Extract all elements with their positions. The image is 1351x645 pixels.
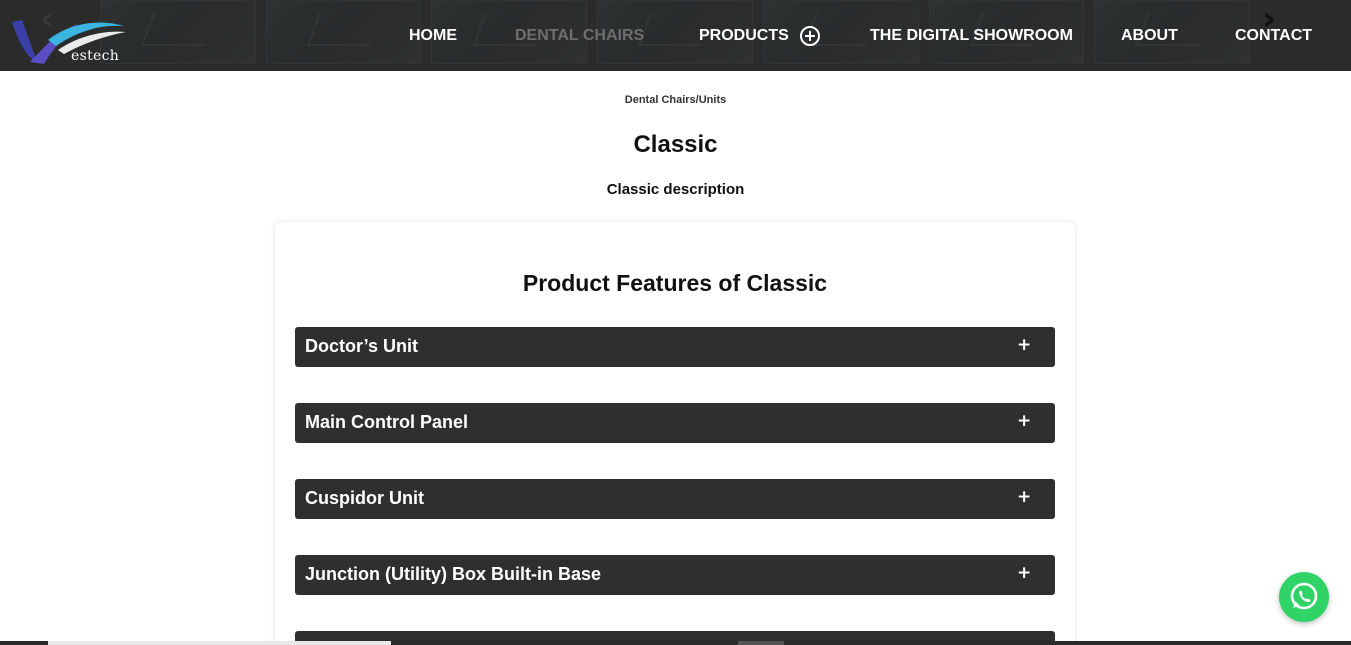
logo-text: estech <box>71 48 120 64</box>
plus-icon[interactable]: + <box>1017 487 1031 507</box>
page: ‹ › estech HOME DENTAL CHAIRS PRODUCTS T… <box>0 0 1351 645</box>
page-subtitle: Classic description <box>606 181 745 198</box>
accordion-label: Junction (Utility) Box Built-in Base <box>305 564 602 584</box>
whatsapp-button[interactable] <box>1279 572 1329 622</box>
scrollbar-thumb[interactable] <box>48 641 391 645</box>
accordion-cuspidor-unit[interactable]: Cuspidor Unit + <box>295 479 1055 519</box>
plus-icon[interactable]: + <box>1017 563 1031 583</box>
features-title: Product Features of Classic <box>522 270 828 296</box>
scrollbar-segment <box>738 641 784 645</box>
nav-digital-showroom[interactable]: THE DIGITAL SHOWROOM <box>870 27 1073 45</box>
horizontal-scrollbar[interactable] <box>0 641 1351 645</box>
nav-products[interactable]: PRODUCTS <box>699 27 789 45</box>
accordion-label: Cuspidor Unit <box>305 488 424 508</box>
accordion-junction-box[interactable]: Junction (Utility) Box Built-in Base + <box>295 555 1055 595</box>
page-title: Classic <box>633 131 718 158</box>
nav-about[interactable]: ABOUT <box>1121 27 1178 45</box>
accordion-main-control-panel[interactable]: Main Control Panel + <box>295 403 1055 443</box>
nav-home[interactable]: HOME <box>409 27 457 45</box>
products-expand-icon[interactable] <box>800 26 820 46</box>
accordion-label: Doctor’s Unit <box>305 336 419 356</box>
accordion-label: Main Control Panel <box>305 412 469 432</box>
nav-dental-chairs[interactable]: DENTAL CHAIRS <box>515 27 644 45</box>
whatsapp-icon <box>1290 582 1318 610</box>
features-card: Product Features of Classic Doctor’s Uni… <box>275 222 1075 645</box>
breadcrumb[interactable]: Dental Chairs/Units <box>0 94 1351 106</box>
site-header: ‹ › estech HOME DENTAL CHAIRS PRODUCTS T… <box>0 0 1351 71</box>
plus-icon[interactable]: + <box>1017 335 1031 355</box>
accordion-doctors-unit[interactable]: Doctor’s Unit + <box>295 327 1055 367</box>
nav-contact[interactable]: CONTACT <box>1235 27 1312 45</box>
plus-icon[interactable]: + <box>1017 411 1031 431</box>
